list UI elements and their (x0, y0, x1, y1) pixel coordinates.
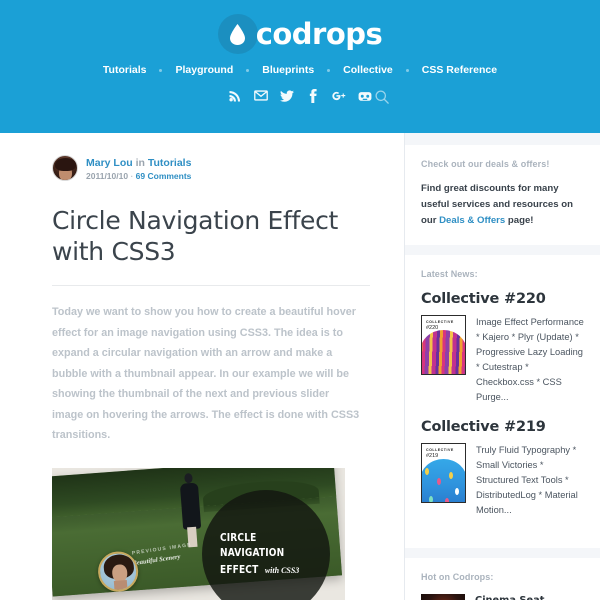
nav-item-tutorials[interactable]: Tutorials (90, 64, 160, 76)
category-link[interactable]: Tutorials (148, 157, 192, 169)
deals-text-after: page! (505, 215, 534, 226)
collective-219-artwork (422, 459, 465, 502)
demo-overlay-line2: EFFECT (220, 563, 259, 576)
water-drop-icon (230, 23, 246, 45)
byline-meta-line: 2011/10/10 · 69 Comments (86, 170, 191, 183)
email-icon[interactable] (254, 88, 269, 103)
content-area: Mary Lou in Tutorials 2011/10/10 · 69 Co… (0, 133, 600, 600)
post-featured-image[interactable]: PREVIOUS IMAGE Beautiful Scenery CIRCLE … (52, 467, 345, 600)
post-date: 2011/10/10 (86, 171, 129, 181)
byline-text: Mary Lou in Tutorials 2011/10/10 · 69 Co… (86, 155, 191, 183)
facebook-icon[interactable] (306, 88, 321, 103)
demo-overlay-line3: with CSS3 (264, 566, 300, 575)
deals-offers-link[interactable]: Deals & Offers (439, 215, 505, 226)
collective-219-thumb-cap2: #219 (426, 453, 439, 459)
meta-separator: · (130, 171, 134, 181)
site-header: codrops Tutorials Playground Blueprints … (0, 0, 600, 133)
collective-220-thumb-cap1: COLLECTIVE (426, 320, 454, 324)
collective-219-title[interactable]: Collective #219 (421, 419, 586, 435)
hot-on-codrops-heading: Hot on Codrops: (421, 572, 494, 582)
list-item[interactable]: Cinema Seat Preview Experiment (421, 594, 586, 600)
collective-220-thumb-cap2: #220 (426, 325, 439, 331)
collective-219-thumb-cap1: COLLECTIVE (426, 448, 454, 452)
collective-220-artwork (422, 329, 465, 374)
hot-item-1-title[interactable]: Cinema Seat Preview Experiment (475, 594, 586, 600)
page-root: codrops Tutorials Playground Blueprints … (0, 0, 600, 600)
google-plus-icon[interactable] (332, 88, 347, 103)
post-intro-text: Today we want to show you how to create … (52, 306, 360, 441)
collective-220-title[interactable]: Collective #220 (421, 291, 586, 307)
collective-219-row: COLLECTIVE #219 Truly Fluid Typography *… (421, 443, 586, 518)
nav-item-playground[interactable]: Playground (162, 64, 246, 76)
collective-219-description: Truly Fluid Typography * Small Victories… (476, 445, 578, 515)
sidebar: Check out our deals & offers! Find great… (404, 133, 600, 600)
collective-220-description: Image Effect Performance * Kajero * Plyr… (476, 317, 584, 402)
title-divider (52, 285, 370, 286)
demo-overlay-line1: CIRCLE NAVIGATION (220, 531, 285, 559)
social-links (0, 88, 600, 104)
post-byline: Mary Lou in Tutorials 2011/10/10 · 69 Co… (52, 155, 374, 183)
collective-220-row: COLLECTIVE #220 Image Effect Performance… (421, 315, 586, 405)
main-column: Mary Lou in Tutorials 2011/10/10 · 69 Co… (0, 133, 404, 600)
hot-item-1-thumbnail (421, 594, 465, 600)
github-icon[interactable] (358, 88, 373, 103)
rss-icon[interactable] (228, 88, 243, 103)
page-title: Circle Navigation Effect with CSS3 (52, 206, 339, 266)
comments-link[interactable]: 69 Comments (136, 171, 192, 181)
nav-item-collective[interactable]: Collective (330, 64, 406, 76)
collective-219-thumbnail[interactable]: COLLECTIVE #219 (421, 443, 466, 503)
hot-on-codrops-card: Hot on Codrops: Cinema Seat Preview Expe… (405, 558, 600, 600)
site-logo[interactable]: codrops (0, 0, 600, 54)
nav-item-blueprints[interactable]: Blueprints (249, 64, 327, 76)
deals-card: Check out our deals & offers! Find great… (405, 145, 600, 245)
author-link[interactable]: Mary Lou (86, 157, 133, 169)
logo-text: codrops (255, 16, 383, 51)
main-navigation: Tutorials Playground Blueprints Collecti… (0, 64, 600, 76)
search-icon[interactable] (374, 89, 389, 104)
latest-news-card: Latest News: Collective #220 COLLECTIVE … (405, 255, 600, 548)
byline-in-word: in (135, 157, 145, 169)
avatar (52, 155, 78, 181)
twitter-icon[interactable] (280, 88, 295, 103)
deals-heading: Check out our deals & offers! (421, 159, 550, 169)
byline-author-line: Mary Lou in Tutorials (86, 156, 191, 170)
deals-text: Find great discounts for many useful ser… (421, 181, 586, 229)
nav-item-css-reference[interactable]: CSS Reference (409, 64, 510, 76)
collective-220-thumbnail[interactable]: COLLECTIVE #220 (421, 315, 466, 375)
latest-news-heading: Latest News: (421, 269, 478, 279)
